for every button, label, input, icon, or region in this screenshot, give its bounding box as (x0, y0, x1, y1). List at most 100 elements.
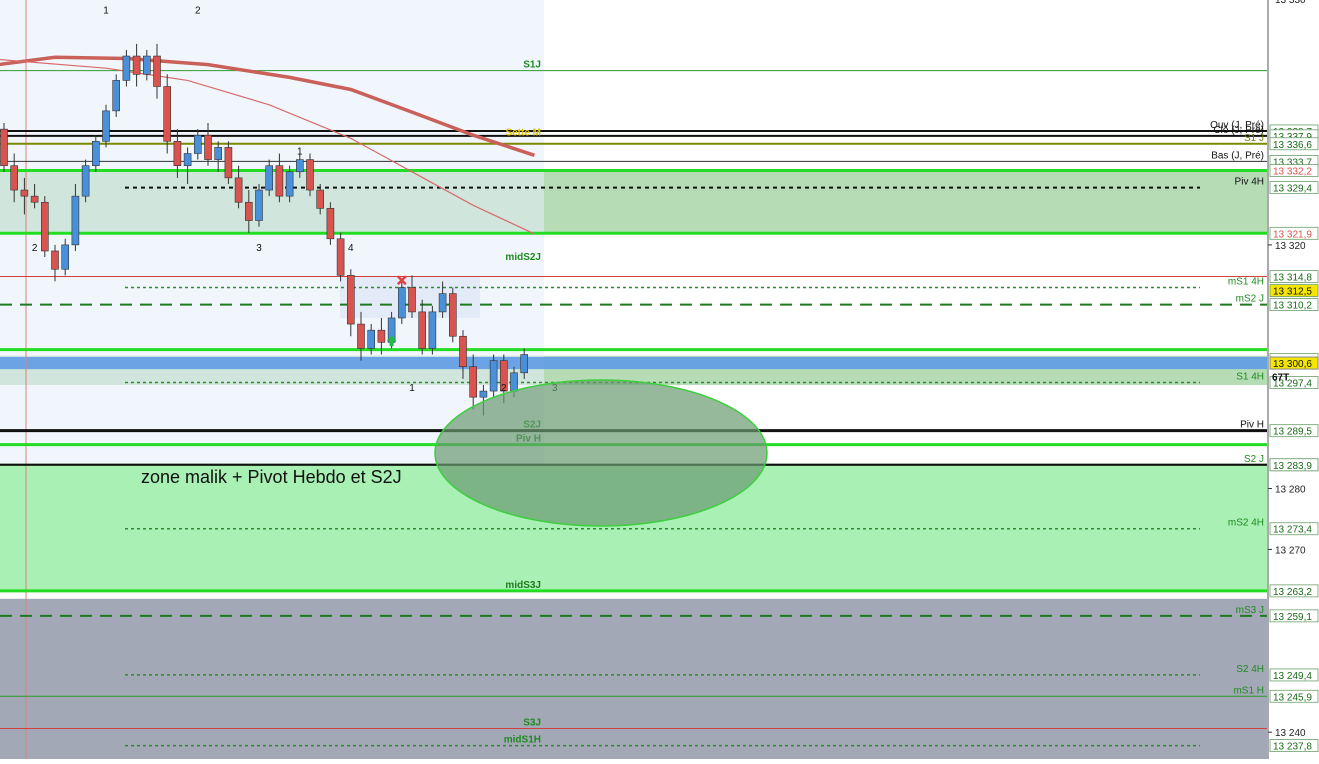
annotation-text: zone malik + Pivot Hebdo et S2J (141, 467, 402, 487)
candle-body[interactable] (51, 250, 59, 270)
candle-body[interactable] (255, 189, 263, 221)
candle-body[interactable] (173, 141, 182, 166)
price-tag-label: 13 289,5 (1273, 427, 1312, 438)
candle-body[interactable] (30, 195, 39, 203)
malik-zone-ellipse[interactable] (434, 379, 768, 527)
candle-body[interactable] (489, 360, 498, 392)
candle-body[interactable] (316, 189, 325, 209)
candle-body[interactable] (112, 80, 120, 112)
candle-body[interactable] (397, 287, 406, 319)
axis-tick-label: 13 330 (1275, 0, 1306, 6)
wave-count-label: 2 (32, 243, 38, 254)
candle-body[interactable] (357, 323, 365, 349)
axis-tick-label: 13 240 (1275, 728, 1306, 739)
candle-body[interactable] (40, 201, 49, 252)
candle-body[interactable] (336, 238, 345, 276)
level-label: Bas (J, Pré) (1211, 150, 1264, 161)
level-label: S1 J (1244, 133, 1264, 144)
candle-body[interactable] (20, 189, 29, 197)
level-label: S1 4H (1236, 372, 1264, 383)
price-tag-label: 13 259,1 (1273, 612, 1312, 623)
candle-body[interactable] (122, 55, 131, 81)
price-tag-label: 13 283,9 (1273, 461, 1312, 472)
level-label: S3J (523, 718, 541, 729)
axis-tick-label: 13 270 (1275, 545, 1306, 556)
candle-body[interactable] (92, 141, 100, 166)
candle-body[interactable] (428, 311, 437, 349)
wave-count-label: 1 (409, 383, 415, 394)
candle-body[interactable] (377, 329, 386, 343)
price-tag-label: 13 273,4 (1273, 525, 1312, 536)
price-tag-label: 13 245,9 (1273, 692, 1312, 703)
candle-body[interactable] (418, 311, 427, 349)
candle-body[interactable] (510, 372, 518, 392)
price-chart-svg[interactable]: S1JOuv (J, Pré)Clô (J, Pré)Sette M S1 JBa… (0, 0, 1319, 759)
axis-tick-label: 13 280 (1275, 485, 1306, 496)
zone-lower (0, 598, 1267, 759)
price-tag-label: 13 336,6 (1273, 140, 1312, 151)
candle-body[interactable] (295, 159, 304, 173)
price-tag-label: 13 310,2 (1273, 301, 1312, 312)
candle-body[interactable] (71, 195, 80, 246)
candle-body[interactable] (367, 329, 376, 349)
level-label: S2 J (1244, 454, 1264, 465)
level-label: midS1H (504, 735, 541, 746)
price-tag-label: 13 314,8 (1273, 273, 1312, 284)
wave-count-label: 1 (103, 5, 109, 16)
candle-body[interactable] (520, 354, 529, 374)
candle-body[interactable] (408, 287, 416, 313)
level-label: Sette M (505, 127, 541, 138)
candle-body[interactable] (143, 55, 151, 75)
level-label: midS3J (505, 580, 541, 591)
candle-body[interactable] (275, 165, 284, 197)
last-price-label: 13 300,6 (1273, 359, 1312, 370)
candle-body[interactable] (459, 335, 467, 368)
candle-body[interactable] (102, 110, 110, 142)
trading-chart[interactable]: S1J Ouv (J, Pré) Clô (J, Pré) Sette M S1 J Ba… (0, 0, 1319, 759)
candle-body[interactable] (132, 55, 141, 75)
level-label: mS2 4H (1228, 518, 1264, 529)
price-tag-label: 13 237,8 (1273, 742, 1312, 753)
candle-body[interactable] (81, 165, 90, 197)
candle-body[interactable] (438, 293, 447, 313)
level-label: mS3 J (1236, 605, 1264, 616)
candle-body[interactable] (163, 86, 171, 142)
price-tag-label: 13 329,4 (1273, 184, 1312, 195)
current-price-band (0, 356, 1267, 370)
candle-body[interactable] (448, 293, 457, 337)
level-label: S1J (523, 60, 541, 71)
candle-body[interactable] (306, 159, 314, 191)
candle-body[interactable] (245, 201, 253, 221)
price-tag-label: 13 312,5 (1273, 287, 1312, 298)
level-label: Piv 4H (1235, 177, 1264, 188)
level-label: S2 4H (1236, 664, 1264, 675)
candle-body[interactable] (183, 153, 192, 166)
price-tag-label: 13 332,2 (1273, 167, 1312, 178)
candle-body[interactable] (224, 147, 233, 179)
level-label: mS2 J (1236, 294, 1264, 305)
level-label: mS1 4H (1228, 277, 1264, 288)
candle-body[interactable] (153, 55, 161, 87)
candle-body[interactable] (0, 128, 8, 166)
volume-tag: 67T (1272, 373, 1289, 384)
candle-body[interactable] (285, 171, 294, 197)
price-tag-label: 13 321,9 (1273, 229, 1312, 240)
candle-body[interactable] (326, 208, 335, 240)
candle-body[interactable] (61, 244, 70, 270)
level-label: Piv H (1240, 420, 1264, 431)
price-tag-label: 13 249,4 (1273, 671, 1312, 682)
price-tag-label: 13 263,2 (1273, 587, 1312, 598)
wave-count-label: 2 (195, 5, 201, 16)
candle-body[interactable] (10, 165, 18, 191)
candle-body[interactable] (479, 390, 488, 398)
candle-body[interactable] (204, 134, 212, 160)
wave-count-label: 3 (256, 243, 262, 254)
candle-body[interactable] (346, 275, 355, 325)
candle-body[interactable] (469, 366, 478, 398)
candle-body[interactable] (194, 134, 202, 154)
wave-count-label: 1 (297, 147, 303, 158)
candle-body[interactable] (214, 147, 222, 160)
candle-body[interactable] (265, 165, 274, 191)
level-label: mS1 H (1233, 685, 1264, 696)
candle-body[interactable] (234, 177, 243, 203)
